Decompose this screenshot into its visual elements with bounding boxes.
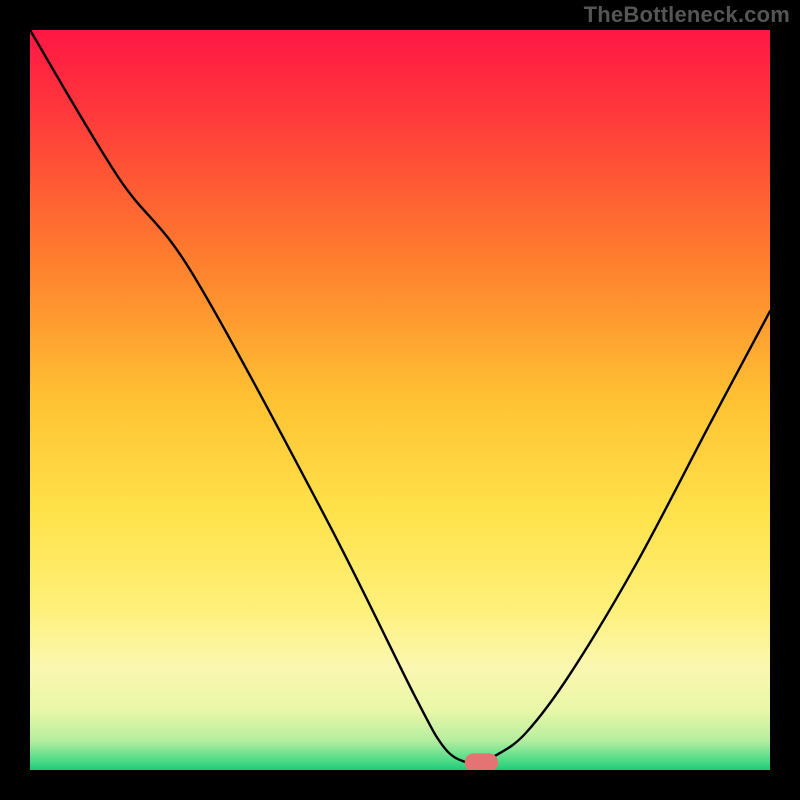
gradient-background	[30, 30, 770, 770]
bottleneck-chart	[30, 30, 770, 770]
chart-frame: TheBottleneck.com	[0, 0, 800, 800]
plot-area	[30, 30, 770, 770]
optimal-marker	[465, 753, 498, 770]
watermark-text: TheBottleneck.com	[584, 2, 790, 28]
